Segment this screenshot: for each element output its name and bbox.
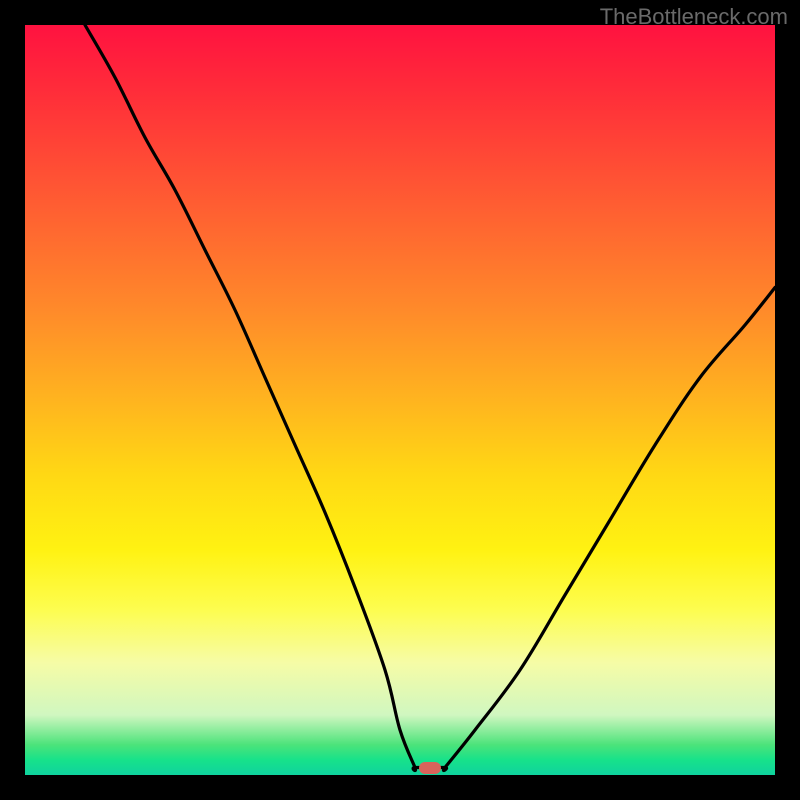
watermark-text: TheBottleneck.com (600, 4, 788, 30)
optimal-marker (419, 762, 441, 774)
bottleneck-curve (25, 25, 775, 775)
plot-area (25, 25, 775, 775)
